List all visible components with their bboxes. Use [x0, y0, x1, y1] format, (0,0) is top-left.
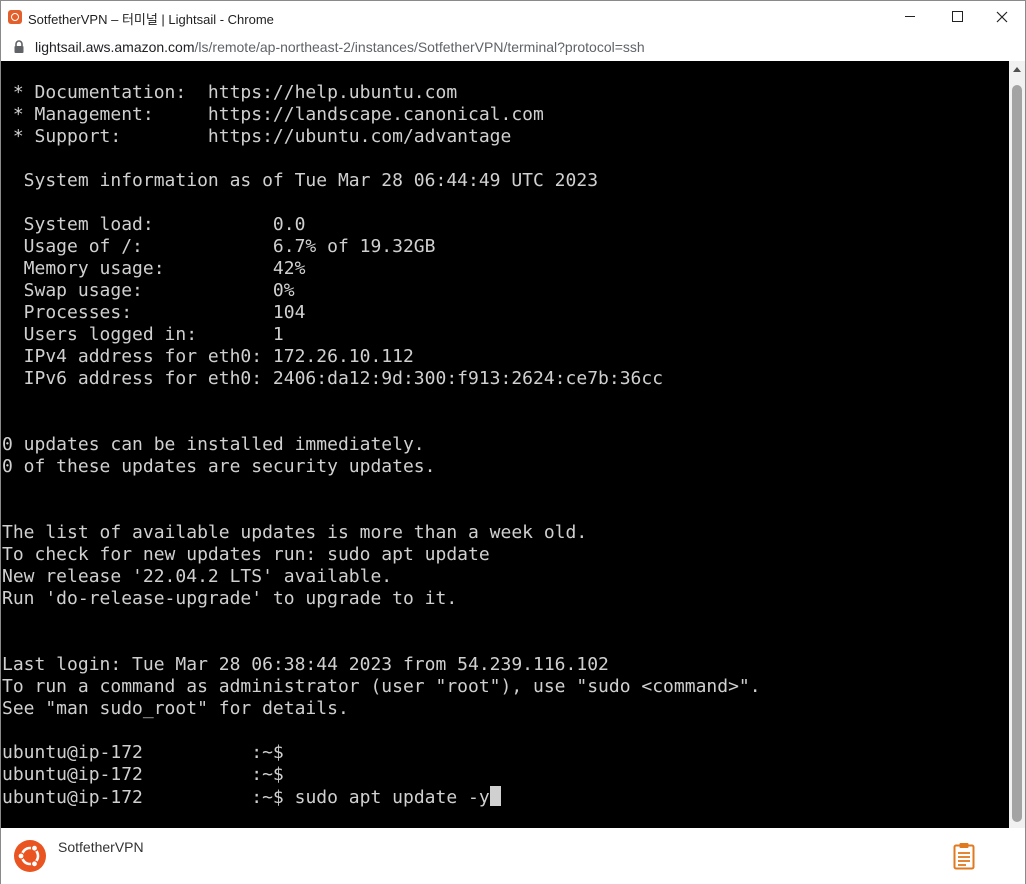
- minimize-button[interactable]: [887, 1, 933, 33]
- terminal-output: * Documentation: https://help.ubuntu.com…: [2, 82, 761, 808]
- terminal-line: ubuntu@ip-172 :~$: [2, 742, 284, 763]
- scroll-up-icon[interactable]: [1013, 67, 1021, 72]
- instance-name: SotfetherVPN: [58, 839, 144, 855]
- terminal-line: New release '22.04.2 LTS' available.: [2, 566, 393, 587]
- terminal-line: * Management: https://landscape.canonica…: [2, 104, 544, 125]
- terminal-line: Users logged in: 1: [2, 324, 284, 345]
- terminal-line: * Support: https://ubuntu.com/advantage: [2, 126, 512, 147]
- minimize-icon: [905, 16, 915, 17]
- terminal-line: Memory usage: 42%: [2, 258, 306, 279]
- footer-bar: SotfetherVPN: [1, 828, 1025, 884]
- terminal-line: The list of available updates is more th…: [2, 522, 588, 543]
- terminal-command[interactable]: sudo apt update -y: [295, 787, 490, 808]
- terminal-line: 0 of these updates are security updates.: [2, 456, 436, 477]
- url-path: /ls/remote/ap-northeast-2/instances/Sotf…: [194, 39, 645, 55]
- terminal-line: * Documentation: https://help.ubuntu.com: [2, 82, 458, 103]
- url-text[interactable]: lightsail.aws.amazon.com/ls/remote/ap-no…: [35, 39, 645, 55]
- terminal-line: 0 updates can be installed immediately.: [2, 434, 425, 455]
- close-icon: [996, 11, 1008, 23]
- address-bar[interactable]: lightsail.aws.amazon.com/ls/remote/ap-no…: [1, 33, 1025, 61]
- terminal-line: Run 'do-release-upgrade' to upgrade to i…: [2, 588, 458, 609]
- terminal-line: System information as of Tue Mar 28 06:4…: [2, 170, 599, 191]
- terminal-line: IPv4 address for eth0: 172.26.10.112: [2, 346, 414, 367]
- terminal[interactable]: * Documentation: https://help.ubuntu.com…: [1, 61, 1009, 828]
- terminal-line: To run a command as administrator (user …: [2, 676, 761, 697]
- terminal-line: System load: 0.0: [2, 214, 306, 235]
- browser-window: SotfetherVPN – 터미널 | Lightsail - Chrome …: [0, 0, 1026, 884]
- close-button[interactable]: [979, 1, 1025, 33]
- terminal-line: Last login: Tue Mar 28 06:38:44 2023 fro…: [2, 654, 609, 675]
- lock-icon[interactable]: [13, 40, 25, 54]
- terminal-prompt-line[interactable]: ubuntu@ip-172 :~$ sudo apt update -y: [2, 786, 761, 808]
- terminal-line: Swap usage: 0%: [2, 280, 295, 301]
- scrollbar-thumb[interactable]: [1012, 85, 1022, 822]
- terminal-line: To check for new updates run: sudo apt u…: [2, 544, 490, 565]
- ubuntu-icon: [14, 840, 46, 872]
- terminal-line: ubuntu@ip-172 :~$: [2, 764, 284, 785]
- maximize-button[interactable]: [934, 1, 980, 33]
- clipboard-icon[interactable]: [953, 842, 975, 870]
- window-title: SotfetherVPN – 터미널 | Lightsail - Chrome: [28, 12, 274, 27]
- terminal-line: Usage of /: 6.7% of 19.32GB: [2, 236, 436, 257]
- maximize-icon: [952, 11, 963, 22]
- lightsail-icon: [8, 10, 22, 24]
- terminal-cursor: [489, 786, 501, 806]
- title-bar[interactable]: SotfetherVPN – 터미널 | Lightsail - Chrome: [1, 1, 1025, 33]
- terminal-line: IPv6 address for eth0: 2406:da12:9d:300:…: [2, 368, 664, 389]
- terminal-line: See "man sudo_root" for details.: [2, 698, 349, 719]
- terminal-scrollbar[interactable]: [1009, 61, 1025, 828]
- terminal-prompt: ubuntu@ip-172 :~$: [2, 787, 295, 808]
- terminal-line: Processes: 104: [2, 302, 306, 323]
- url-host: lightsail.aws.amazon.com: [35, 39, 195, 55]
